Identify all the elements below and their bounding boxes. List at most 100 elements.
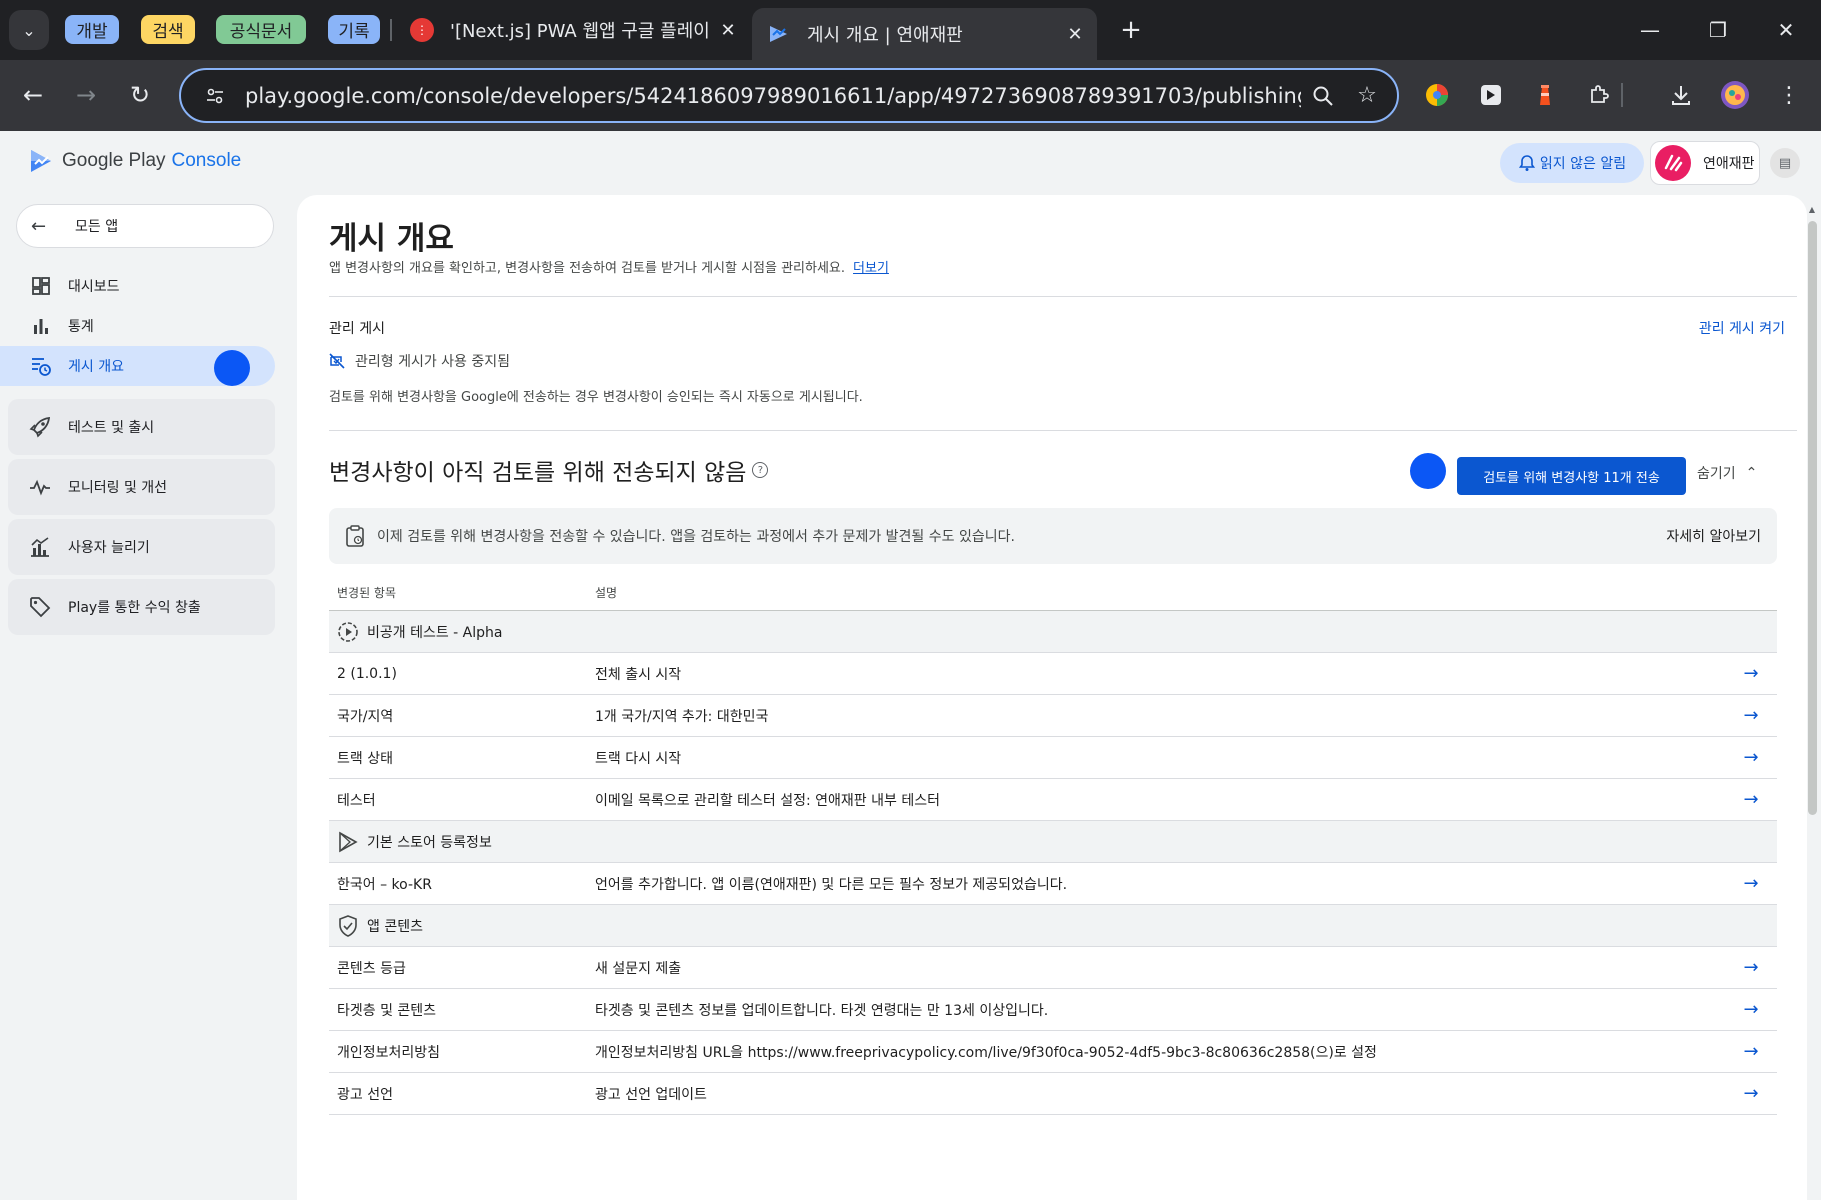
play-console-page: Google Play Console 읽지 않은 알림 연애재판 ▤ ← 모든 … xyxy=(0,131,1821,1200)
arrow-right-icon[interactable]: → xyxy=(1725,705,1777,726)
lighthouse-extension-icon[interactable] xyxy=(1527,77,1563,113)
arrow-right-icon[interactable]: → xyxy=(1725,789,1777,810)
table-row[interactable]: 광고 선언 광고 선언 업데이트 → xyxy=(329,1073,1777,1115)
arrow-right-icon[interactable]: → xyxy=(1725,747,1777,768)
row-item: 2 (1.0.1) xyxy=(337,665,397,682)
table-row[interactable]: 한국어 – ko-KR 언어를 추가합니다. 앱 이름(연애재판) 및 다른 모… xyxy=(329,863,1777,905)
table-row[interactable]: 타겟층 및 콘텐츠 타겟층 및 콘텐츠 정보를 업데이트합니다. 타겟 연령대는… xyxy=(329,989,1777,1031)
tab-group-records[interactable]: 기록 xyxy=(328,15,380,44)
account-switcher[interactable]: 연애재판 xyxy=(1650,141,1760,185)
box-extension-icon[interactable] xyxy=(1473,77,1509,113)
play-console-favicon-icon xyxy=(770,26,787,42)
tab-search-button[interactable]: ⌄ xyxy=(9,10,49,50)
play-console-logo-icon xyxy=(31,150,51,172)
sidebar-group-grow-users[interactable]: 사용자 늘리기 xyxy=(8,519,275,575)
divider xyxy=(329,430,1797,431)
table-row[interactable]: 테스터 이메일 목록으로 관리할 테스터 설정: 연애재판 내부 테스터 → xyxy=(329,779,1777,821)
chevron-up-icon: ⌃ xyxy=(1745,465,1758,481)
arrow-right-icon[interactable]: → xyxy=(1725,873,1777,894)
row-item: 타겟층 및 콘텐츠 xyxy=(337,1002,437,1019)
zoom-icon[interactable] xyxy=(1301,74,1345,118)
page-description-text: 앱 변경사항의 개요를 확인하고, 변경사항을 전송하여 검토를 받거나 게시할… xyxy=(329,261,846,276)
close-icon[interactable]: ✕ xyxy=(714,16,742,44)
learn-more-link[interactable]: 더보기 xyxy=(853,261,889,276)
table-row[interactable]: 국가/지역 1개 국가/지역 추가: 대한민국 → xyxy=(329,695,1777,737)
tab-group-docs[interactable]: 공식문서 xyxy=(216,15,306,44)
site-info-icon[interactable] xyxy=(193,86,237,106)
puzzle-extensions-icon[interactable] xyxy=(1581,77,1617,113)
sidebar-group-monetize[interactable]: Play를 통한 수익 창출 xyxy=(8,579,275,635)
tab-group-dev[interactable]: 개발 xyxy=(65,15,119,44)
back-arrow-icon[interactable]: ← xyxy=(13,75,53,115)
feedback-icon[interactable]: ▤ xyxy=(1770,148,1800,178)
arrow-right-icon[interactable]: → xyxy=(1725,1041,1777,1062)
logo-console-text: Console xyxy=(171,150,242,171)
address-bar[interactable]: play.google.com/console/developers/54241… xyxy=(179,68,1399,123)
shield-check-icon xyxy=(337,914,359,937)
bell-icon xyxy=(1518,155,1536,171)
vitals-icon xyxy=(28,475,52,499)
table-row[interactable]: 트랙 상태 트랙 다시 시작 → xyxy=(329,737,1777,779)
table-row[interactable]: 콘텐츠 등급 새 설문지 제출 → xyxy=(329,947,1777,989)
colorful-extension-icon[interactable] xyxy=(1419,77,1455,113)
all-apps-button[interactable]: ← 모든 앱 xyxy=(16,204,274,248)
scroll-up-arrow-icon[interactable]: ▲ xyxy=(1806,205,1818,217)
row-description: 타겟층 및 콘텐츠 정보를 업데이트합니다. 타겟 연령대는 만 13세 이상입… xyxy=(595,1002,1049,1019)
app-avatar-icon xyxy=(1655,145,1691,181)
url-text[interactable]: play.google.com/console/developers/54241… xyxy=(237,84,1301,108)
group-name: 앱 콘텐츠 xyxy=(367,918,423,935)
arrow-right-icon[interactable]: → xyxy=(1725,1083,1777,1104)
reload-icon[interactable]: ↻ xyxy=(120,75,160,115)
changes-section-title-text: 변경사항이 아직 검토를 위해 전송되지 않음 xyxy=(329,460,747,486)
bookmark-star-icon[interactable]: ☆ xyxy=(1345,74,1389,118)
tag-icon xyxy=(28,595,52,619)
bar-chart-icon xyxy=(30,315,52,337)
managed-publishing-description: 검토를 위해 변경사항을 Google에 전송하는 경우 변경사항이 승인되는 … xyxy=(329,390,863,405)
arrow-right-icon[interactable]: → xyxy=(1725,663,1777,684)
tab-title: '[Next.js] PWA 웹앱 구글 플레이 xyxy=(450,21,710,42)
forward-arrow-icon[interactable]: → xyxy=(66,75,106,115)
sidebar-item-publishing-overview[interactable]: 게시 개요 xyxy=(0,346,275,386)
enable-managed-publishing-link[interactable]: 관리 게시 켜기 xyxy=(1699,318,1785,338)
learn-more-button[interactable]: 자세히 알아보기 xyxy=(1666,526,1761,546)
column-header-description: 설명 xyxy=(595,585,618,600)
unread-notifications-label: 읽지 않은 알림 xyxy=(1539,156,1627,172)
table-row[interactable]: 2 (1.0.1) 전체 출시 시작 → xyxy=(329,653,1777,695)
send-changes-for-review-button[interactable]: 검토를 위해 변경사항 11개 전송 xyxy=(1457,457,1686,495)
scrollbar-thumb[interactable] xyxy=(1808,221,1817,815)
hide-button[interactable]: 숨기기 ⌃ xyxy=(1697,463,1757,483)
table-row[interactable]: 개인정보처리방침 개인정보처리방침 URL을 https://www.freep… xyxy=(329,1031,1777,1073)
more-vert-icon[interactable]: ⋮ xyxy=(1771,77,1807,113)
publishing-off-icon xyxy=(329,353,345,369)
unread-notifications-button[interactable]: 읽지 않은 알림 xyxy=(1500,143,1644,183)
profile-avatar-icon[interactable] xyxy=(1717,77,1753,113)
review-info-text: 이제 검토를 위해 변경사항을 전송할 수 있습니다. 앱을 검토하는 과정에서… xyxy=(377,529,1015,545)
page-scrollbar[interactable]: ▲ xyxy=(1806,205,1818,1068)
click-indicator-dot xyxy=(214,350,250,386)
row-description: 전체 출시 시작 xyxy=(595,666,682,683)
window-close-icon[interactable]: ✕ xyxy=(1766,10,1806,50)
sidebar-group-monitoring[interactable]: 모니터링 및 개선 xyxy=(8,459,275,515)
download-icon[interactable] xyxy=(1663,77,1699,113)
chevron-down-icon: ⌄ xyxy=(22,20,36,40)
closed-test-icon xyxy=(337,621,359,643)
help-icon[interactable]: ? xyxy=(752,462,769,478)
tab-nextjs-pwa[interactable]: ⋮ '[Next.js] PWA 웹앱 구글 플레이 ✕ xyxy=(400,8,750,52)
tab-publishing-overview[interactable]: 게시 개요 | 연애재판 ✕ xyxy=(752,8,1097,60)
new-tab-plus-icon[interactable]: + xyxy=(1115,14,1147,46)
arrow-right-icon[interactable]: → xyxy=(1725,957,1777,978)
back-arrow-icon: ← xyxy=(31,215,47,237)
hide-button-label: 숨기기 xyxy=(1697,466,1736,482)
tab-group-search[interactable]: 검색 xyxy=(141,15,195,44)
sidebar-item-statistics[interactable]: 통계 xyxy=(0,306,275,346)
sidebar-item-dashboard[interactable]: 대시보드 xyxy=(0,266,275,306)
row-item: 개인정보처리방침 xyxy=(337,1044,441,1061)
sidebar-nav: ← 모든 앱 대시보드 통계 게시 개요 테스트 및 출시 모니터링 및 개선 … xyxy=(0,195,290,1200)
arrow-right-icon[interactable]: → xyxy=(1725,999,1777,1020)
google-play-console-logo[interactable]: Google Play Console xyxy=(28,148,241,174)
row-description: 이메일 목록으로 관리할 테스터 설정: 연애재판 내부 테스터 xyxy=(595,792,940,809)
restore-icon[interactable]: ❐ xyxy=(1698,10,1738,50)
close-icon[interactable]: ✕ xyxy=(1061,20,1089,48)
minimize-icon[interactable]: — xyxy=(1630,10,1670,50)
sidebar-group-testing-release[interactable]: 테스트 및 출시 xyxy=(8,399,275,455)
